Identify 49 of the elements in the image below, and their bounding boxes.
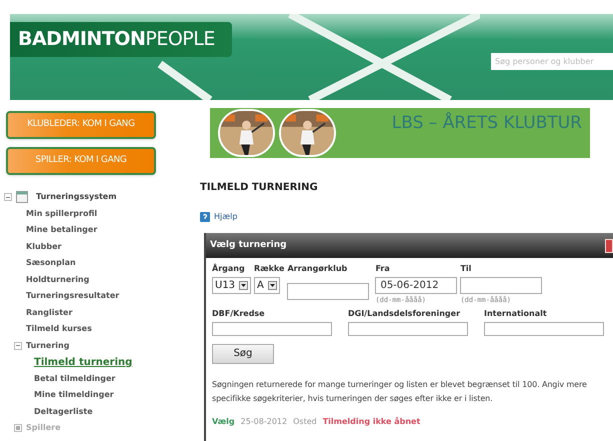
tree-item[interactable]: Sæsonplan xyxy=(26,257,76,270)
field-label: DGI/Landsdelsforeninger xyxy=(348,308,462,320)
field-label: Arrangørklub xyxy=(287,263,348,275)
text-field[interactable]: 05-06-2012 xyxy=(375,277,458,294)
tree-item[interactable]: Turneringssystem xyxy=(36,191,117,204)
close-button[interactable] xyxy=(605,238,613,252)
text-field[interactable] xyxy=(212,322,332,336)
page-title: TILMELD TURNERING xyxy=(200,181,319,195)
help-link[interactable]: Hjælp xyxy=(214,211,238,223)
field-label: Til xyxy=(460,263,472,275)
field-label: Fra xyxy=(375,263,391,275)
tree-item[interactable]: Mine betalinger xyxy=(26,224,98,236)
tree-item[interactable]: Turneringsresultater xyxy=(26,290,120,302)
text-field[interactable] xyxy=(287,283,370,300)
select-link[interactable]: Vælg xyxy=(212,416,235,428)
tree-item[interactable]: Betal tilmeldinger xyxy=(34,372,116,385)
search-field[interactable]: Søg personer og klubber xyxy=(491,53,613,70)
field-label: Række xyxy=(254,263,284,275)
field-label: DBF/Kredse xyxy=(212,308,266,320)
caret-icon xyxy=(241,284,246,287)
tree-item[interactable]: Deltagerliste xyxy=(34,406,93,418)
help-icon xyxy=(200,212,210,222)
collapse-icon[interactable] xyxy=(4,193,12,202)
tree-item[interactable]: Turnering xyxy=(26,340,70,352)
expand-icon[interactable] xyxy=(14,424,22,432)
search-button[interactable]: Søg xyxy=(212,344,274,364)
tree-item[interactable]: Klubber xyxy=(26,240,62,253)
logo: BADMINTONPEOPLE xyxy=(18,27,215,52)
field-label: Internationalt xyxy=(484,308,548,320)
tree-item[interactable]: Min spillerprofil xyxy=(26,208,98,220)
info-message: Søgningen returnerede for mange turneringer og listen er blevet begrænset til 100. Angiv mere specifikke søgekriterier, hvis turneringen der søges efter ikke er i listen. xyxy=(212,378,588,405)
text-field[interactable] xyxy=(484,322,604,336)
tree-item[interactable]: Tilmeld kurses xyxy=(26,323,92,336)
banner-title: LBS – ÅRETS KLUBTUR xyxy=(392,111,582,136)
collapse-icon[interactable] xyxy=(14,342,22,350)
text-field[interactable] xyxy=(348,322,468,336)
field-label: Årgang xyxy=(212,263,246,275)
tree-item[interactable]: Holdturnering xyxy=(26,274,90,286)
calendar-icon xyxy=(16,191,28,204)
tree-item[interactable]: Ranglister xyxy=(26,306,72,319)
dialog-title: Vælg turnering xyxy=(210,238,287,252)
tournament-place: Osted xyxy=(293,416,317,428)
registration-status: Tilmelding ikke åbnet xyxy=(322,416,420,428)
tree-item[interactable]: Mine tilmeldinger xyxy=(34,389,114,402)
text-field[interactable] xyxy=(460,277,542,294)
caret-icon xyxy=(270,284,275,287)
tree-item[interactable]: Tilmeld turnering xyxy=(34,354,132,370)
select-field[interactable]: U13 xyxy=(212,277,252,294)
tournament-date: 25-08-2012 xyxy=(240,416,288,428)
